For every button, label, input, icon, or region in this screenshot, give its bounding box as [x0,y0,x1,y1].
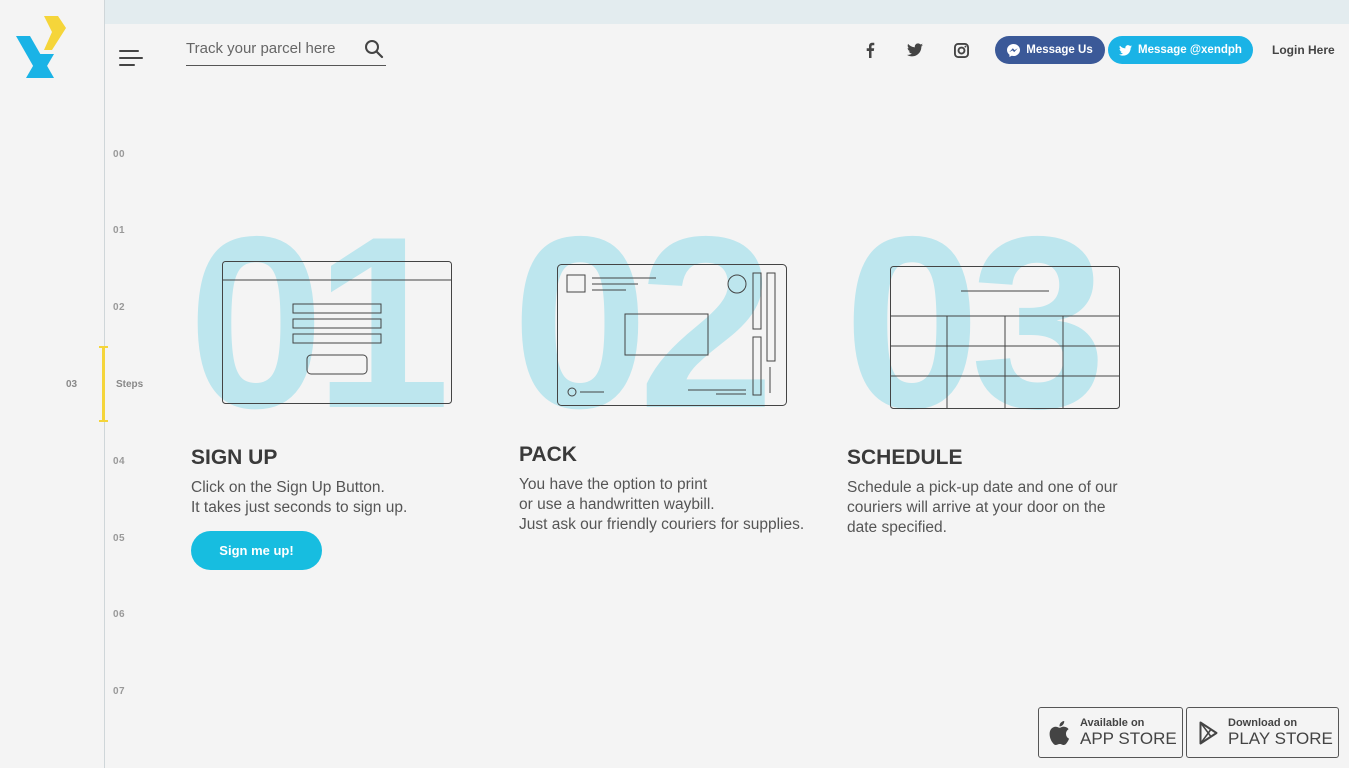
message-twitter-button[interactable]: Message @xendph [1108,36,1253,64]
step-nav-02[interactable]: 02 [113,302,125,313]
menu-icon[interactable] [119,50,143,66]
twitter-icon [1119,44,1133,56]
login-link[interactable]: Login Here [1272,43,1335,57]
message-us-button[interactable]: Message Us [995,36,1105,64]
signup-form-illustration [222,261,452,404]
app-store-line2: APP STORE [1080,729,1177,748]
step-1-line: Click on the Sign Up Button. [191,479,385,496]
step-nav-01[interactable]: 01 [113,225,125,236]
step-nav-04[interactable]: 04 [113,456,125,467]
step-3-line: couriers will arrive at your door on the [847,499,1106,516]
step-2-title: PACK [519,443,577,466]
apple-icon [1049,720,1070,745]
twitter-icon[interactable] [905,40,925,60]
play-store-line1: Download on [1228,717,1298,729]
step-1-title: SIGN UP [191,446,278,469]
message-twitter-label: Message @xendph [1138,44,1242,56]
app-store-button[interactable]: Available on APP STORE [1038,707,1183,758]
play-icon [1199,721,1218,744]
play-store-button[interactable]: Download on PLAY STORE [1186,707,1339,758]
waybill-illustration [557,264,787,406]
calendar-illustration [890,266,1120,409]
app-store-line1: Available on [1080,717,1145,729]
step-3-title: SCHEDULE [847,446,963,469]
step-2-line: You have the option to print [519,476,708,493]
track-search [186,34,386,66]
facebook-icon[interactable] [860,40,880,60]
step-nav-07[interactable]: 07 [113,686,125,697]
messenger-icon [1007,43,1021,57]
step-2-line: Just ask our friendly couriers for suppl… [519,516,805,533]
top-strip [104,0,1349,24]
step-2-line: or use a handwritten waybill. [519,496,715,513]
search-icon[interactable] [364,39,384,59]
message-us-label: Message Us [1026,44,1093,56]
step-nav-active-indicator [99,346,108,422]
sign-me-up-button[interactable]: Sign me up! [191,531,322,570]
step-nav-active-label[interactable]: Steps [116,379,143,390]
step-nav-06[interactable]: 06 [113,609,125,620]
step-1-description: Click on the Sign Up Button. It takes ju… [191,478,407,518]
step-1-line: It takes just seconds to sign up. [191,499,408,516]
instagram-icon[interactable] [951,40,971,60]
logo-icon[interactable] [14,14,68,80]
track-input[interactable] [186,36,356,60]
play-store-line2: PLAY STORE [1228,729,1333,748]
step-3-line: date specified. [847,519,947,536]
step-nav-00[interactable]: 00 [113,149,125,160]
step-3-description: Schedule a pick-up date and one of our c… [847,478,1118,538]
step-2-description: You have the option to print or use a ha… [519,475,804,535]
step-nav-active-number[interactable]: 03 [66,379,77,390]
step-3-line: Schedule a pick-up date and one of our [847,479,1118,496]
step-nav-05[interactable]: 05 [113,533,125,544]
